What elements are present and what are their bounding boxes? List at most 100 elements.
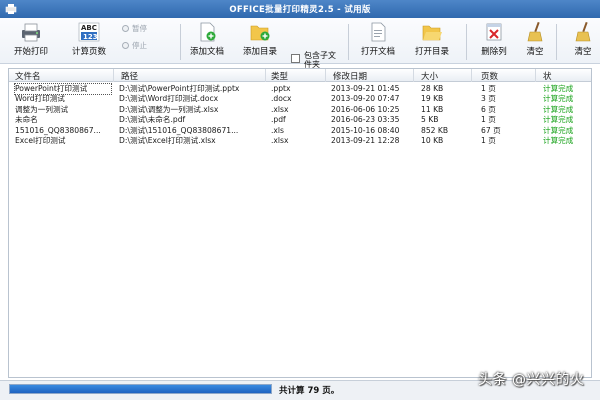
open-folder-icon (422, 25, 442, 41)
include-subfolder-label: 包含子文件夹 (304, 51, 336, 69)
column-divider[interactable] (471, 69, 472, 82)
file-list-table[interactable]: 文件名 路径 类型 修改日期 大小 页数 状 PowerPoint打印测试 D:\… (8, 68, 592, 378)
progress-fill (10, 385, 271, 393)
open-directory-label: 打开目录 (414, 47, 449, 57)
count-pages-button[interactable]: ABC 123 计算页数 (64, 20, 114, 62)
delete-column-button[interactable]: 删除列 (472, 20, 516, 62)
printer-icon (22, 23, 40, 42)
broom-icon (575, 22, 591, 42)
cell-pages: 1 页 (481, 136, 496, 145)
cell-date: 2015-10-16 08:40 (331, 125, 400, 135)
delete-column-label: 删除列 (481, 47, 507, 57)
open-directory-button[interactable]: 打开目录 (408, 20, 456, 62)
toolbar-separator (180, 24, 181, 60)
table-row[interactable]: PowerPoint打印测试 D:\测试\PowerPoint打印测试.pptx.… (9, 83, 591, 95)
column-header-filename[interactable]: 文件名 (15, 70, 41, 82)
table-row[interactable]: Word打印测试 D:\测试\Word打印测试.docx .docx 2013-09-… (9, 94, 591, 104)
open-document-button[interactable]: 打开文档 (354, 20, 402, 62)
column-header-status[interactable]: 状 (543, 70, 552, 82)
toolbar: 开始打印 ABC 123 计算页数 暂停 停止 添加文档 ▼ (0, 18, 600, 81)
cell-path: D:\测试\Excel打印测试.xlsx (119, 136, 216, 145)
column-header-type[interactable]: 类型 (271, 70, 288, 82)
cell-filename: 调整为一列测试 (15, 104, 69, 114)
cell-size: 28 KB (421, 84, 444, 93)
cell-type: .pptx (271, 84, 291, 93)
cell-path: D:\测试\未命名.pdf (119, 115, 186, 125)
include-subfolder-checkbox[interactable] (291, 54, 300, 63)
cell-path: D:\测试\151016_QQ83808671... (119, 125, 239, 135)
add-directory-label: 添加目录 (242, 47, 277, 57)
window-title: OFFICE批量打印精灵2.5 - 试用版 (229, 5, 371, 15)
delete-column-icon (486, 23, 502, 41)
cell-date: 2013-09-21 01:45 (331, 84, 400, 93)
cell-type: .pdf (271, 115, 286, 125)
add-document-icon (200, 22, 216, 42)
clear-label: 清空 (526, 47, 544, 57)
cell-path: D:\测试\调整为一列测试.xlsx (119, 104, 219, 114)
cell-filename: 151016_QQ8380867... (15, 125, 101, 135)
cell-pages: 6 页 (481, 104, 496, 114)
pause-button[interactable]: 暂停 (122, 23, 147, 33)
column-divider[interactable] (535, 69, 536, 82)
cell-filename: PowerPoint打印测试 (14, 83, 112, 95)
toolbar-separator (348, 24, 349, 60)
count-pages-label: 计算页数 (71, 47, 106, 57)
cell-type: .xls (271, 125, 284, 135)
cell-status: 计算完成 (543, 94, 574, 104)
start-print-label: 开始打印 (13, 47, 48, 57)
column-header-date[interactable]: 修改日期 (333, 70, 367, 82)
cell-pages: 67 页 (481, 125, 501, 135)
cell-filename: Excel打印测试 (15, 136, 66, 145)
pause-label: 暂停 (132, 24, 147, 33)
total-pages-text: 共计算 79 页。 (279, 386, 340, 396)
cell-status: 计算完成 (543, 104, 574, 114)
abc-badge-text: ABC (81, 24, 97, 32)
open-document-icon (371, 22, 386, 42)
add-folder-icon (250, 25, 270, 41)
column-divider[interactable] (265, 69, 266, 82)
column-header-pages[interactable]: 页数 (481, 70, 498, 82)
cell-path: D:\测试\Word打印测试.docx (119, 94, 219, 104)
clear-all-button[interactable]: 清空 (566, 20, 600, 62)
stop-button[interactable]: 停止 (122, 40, 147, 50)
stop-icon (122, 42, 129, 49)
title-bar: OFFICE批量打印精灵2.5 - 试用版 (0, 0, 600, 18)
cell-size: 10 KB (421, 136, 444, 145)
column-header-size[interactable]: 大小 (421, 70, 438, 82)
table-header: 文件名 路径 类型 修改日期 大小 页数 状 (9, 69, 591, 82)
cell-date: 2013-09-20 07:47 (331, 94, 400, 104)
add-document-label: 添加文档 (189, 47, 224, 57)
add-directory-button[interactable]: 添加目录 (237, 20, 283, 62)
stop-label: 停止 (132, 41, 147, 50)
cell-date: 2013-09-21 12:28 (331, 136, 400, 145)
column-header-path[interactable]: 路径 (121, 70, 138, 82)
cell-type: .xlsx (271, 104, 289, 114)
cell-status: 计算完成 (543, 115, 574, 125)
column-divider[interactable] (325, 69, 326, 82)
clear-all-label: 清空 (574, 47, 592, 57)
column-divider[interactable] (113, 69, 114, 82)
watermark-text: 头条 @兴兴的火 (478, 372, 585, 388)
cell-status: 计算完成 (543, 84, 574, 93)
cell-date: 2016-06-23 03:35 (331, 115, 400, 125)
column-divider[interactable] (413, 69, 414, 82)
progress-bar (9, 384, 272, 394)
cell-size: 5 KB (421, 115, 439, 125)
table-row[interactable]: 未命名 D:\测试\未命名.pdf .pdf 2016-06-23 03:35 5 KB… (9, 115, 591, 125)
clear-button[interactable]: 清空 (518, 20, 552, 62)
open-document-label: 打开文档 (360, 47, 395, 57)
table-row[interactable]: 151016_QQ8380867... D:\测试\151016_QQ838086… (9, 125, 591, 136)
pause-icon (122, 25, 129, 32)
cell-path: D:\测试\PowerPoint打印测试.pptx (119, 84, 240, 93)
add-document-button[interactable]: 添加文档 (184, 20, 230, 62)
cell-type: .docx (271, 94, 292, 104)
table-row[interactable]: 调整为一列测试 D:\测试\调整为一列测试.xlsx .xlsx 2016-06-06… (9, 104, 591, 115)
broom-icon (527, 22, 543, 42)
cell-pages: 3 页 (481, 94, 496, 104)
cell-size: 19 KB (421, 94, 444, 104)
table-row[interactable]: Excel打印测试 D:\测试\Excel打印测试.xlsx .xlsx 2013-0… (9, 136, 591, 146)
start-print-button[interactable]: 开始打印 (6, 20, 56, 62)
cell-type: .xlsx (271, 136, 289, 145)
cell-filename: Word打印测试 (15, 94, 65, 104)
123-badge-text: 123 (83, 33, 98, 41)
